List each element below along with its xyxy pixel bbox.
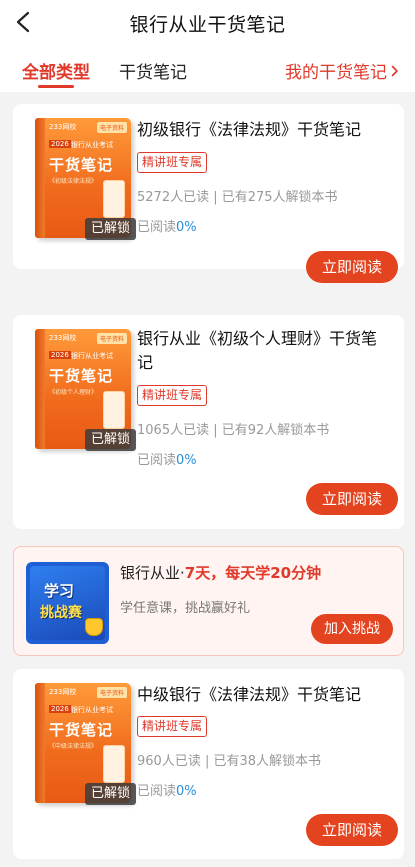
exclusive-tag: 精讲班专属 bbox=[137, 152, 208, 173]
book-spine bbox=[35, 118, 45, 238]
unlocked-badge: 已解锁 bbox=[85, 783, 136, 805]
phone-illustration bbox=[103, 745, 125, 783]
cover-exam: 银行从业考试 bbox=[71, 141, 113, 149]
trophy-icon bbox=[85, 618, 103, 636]
cover-brand: 233网校 bbox=[49, 123, 77, 131]
note-card[interactable]: 233网校 电子资料 2026 银行从业考试 干货笔记 《中级法律法规》 已解锁… bbox=[13, 669, 404, 859]
note-title: 初级银行《法律法规》干货笔记 bbox=[137, 120, 362, 139]
cover-year: 2026 bbox=[49, 705, 71, 713]
cover-title: 干货笔记 bbox=[49, 156, 114, 174]
book-spine bbox=[35, 329, 45, 449]
challenge-title-prefix: 银行从业· bbox=[120, 564, 185, 582]
phone-illustration bbox=[103, 391, 125, 429]
read-stats: 960人已读 | 已有38人解锁本书 bbox=[137, 754, 321, 769]
challenge-title: 银行从业·7天，每天学20分钟 bbox=[120, 562, 321, 583]
my-notes-link[interactable]: 我的干货笔记 bbox=[285, 58, 399, 83]
progress-label: 已阅读 bbox=[137, 784, 177, 799]
note-card[interactable]: 233网校 电子资料 2026 银行从业考试 干货笔记 《初级个人理财》 已解锁… bbox=[13, 315, 404, 529]
progress-value: 0% bbox=[176, 453, 197, 468]
read-now-button[interactable]: 立即阅读 bbox=[306, 814, 398, 846]
read-progress: 已阅读0% bbox=[137, 216, 197, 235]
challenge-subtitle: 学任意课，挑战赢好礼 bbox=[120, 601, 251, 616]
progress-label: 已阅读 bbox=[137, 453, 177, 468]
note-title: 中级银行《法律法规》干货笔记 bbox=[137, 685, 362, 704]
top-bar: 银行从业干货笔记 bbox=[0, 0, 415, 44]
phone-illustration bbox=[103, 180, 125, 218]
cover-badge: 电子资料 bbox=[96, 122, 127, 133]
tab-all-types[interactable]: 全部类型 bbox=[22, 58, 90, 83]
active-tab-indicator bbox=[38, 85, 74, 88]
unlocked-badge: 已解锁 bbox=[85, 218, 136, 240]
chevron-right-icon bbox=[391, 65, 398, 76]
exclusive-tag: 精讲班专属 bbox=[137, 716, 208, 737]
challenge-image-inner: 学习 挑战赛 bbox=[30, 566, 105, 640]
challenge-image: 学习 挑战赛 bbox=[26, 562, 109, 644]
read-now-button[interactable]: 立即阅读 bbox=[306, 483, 398, 515]
cover-badge: 电子资料 bbox=[96, 333, 127, 344]
cover-badge: 电子资料 bbox=[96, 687, 127, 698]
book-cover: 233网校 电子资料 2026 银行从业考试 干货笔记 《中级法律法规》 已解锁 bbox=[35, 683, 136, 808]
book-spine bbox=[35, 683, 45, 803]
cover-title: 干货笔记 bbox=[49, 367, 114, 385]
read-stats: 5272人已读 | 已有275人解锁本书 bbox=[137, 190, 338, 205]
cover-year: 2026 bbox=[49, 351, 71, 359]
join-challenge-button[interactable]: 加入挑战 bbox=[311, 614, 393, 644]
read-progress: 已阅读0% bbox=[137, 449, 197, 468]
challenge-image-line2: 挑战赛 bbox=[40, 605, 82, 621]
cover-brand: 233网校 bbox=[49, 688, 77, 696]
cover-subtitle: 《初级法律法规》 bbox=[49, 178, 98, 185]
cover-brand: 233网校 bbox=[49, 334, 77, 342]
book-cover: 233网校 电子资料 2026 银行从业考试 干货笔记 《初级个人理财》 已解锁 bbox=[35, 329, 136, 454]
tab-bar: 全部类型 干货笔记 我的干货笔记 bbox=[0, 44, 415, 92]
unlocked-badge: 已解锁 bbox=[85, 429, 136, 451]
cover-exam: 银行从业考试 bbox=[71, 706, 113, 714]
book-cover: 233网校 电子资料 2026 银行从业考试 干货笔记 《初级法律法规》 已解锁 bbox=[35, 118, 136, 243]
cover-subtitle: 《中级法律法规》 bbox=[49, 743, 98, 750]
progress-value: 0% bbox=[176, 220, 197, 235]
exclusive-tag: 精讲班专属 bbox=[137, 385, 208, 406]
challenge-title-accent: 7天，每天学20分钟 bbox=[184, 564, 322, 582]
note-card[interactable]: 233网校 电子资料 2026 银行从业考试 干货笔记 《初级法律法规》 已解锁… bbox=[13, 104, 404, 283]
cover-title: 干货笔记 bbox=[49, 721, 114, 739]
read-stats: 1065人已读 | 已有92人解锁本书 bbox=[137, 423, 330, 438]
progress-value: 0% bbox=[176, 784, 197, 799]
page-title: 银行从业干货笔记 bbox=[129, 14, 286, 36]
challenge-image-line1: 学习 bbox=[44, 582, 75, 600]
tab-notes[interactable]: 干货笔记 bbox=[119, 58, 187, 83]
cover-subtitle: 《初级个人理财》 bbox=[49, 389, 98, 396]
note-title: 银行从业《初级个人理财》干货笔记 bbox=[137, 329, 378, 372]
cover-exam: 银行从业考试 bbox=[71, 352, 113, 360]
challenge-banner[interactable]: 学习 挑战赛 银行从业·7天，每天学20分钟 学任意课，挑战赢好礼 加入挑战 bbox=[13, 546, 404, 656]
progress-label: 已阅读 bbox=[137, 220, 177, 235]
read-progress: 已阅读0% bbox=[137, 780, 197, 799]
cover-year: 2026 bbox=[49, 140, 71, 148]
read-now-button[interactable]: 立即阅读 bbox=[306, 251, 398, 283]
my-notes-label: 我的干货笔记 bbox=[285, 63, 387, 83]
